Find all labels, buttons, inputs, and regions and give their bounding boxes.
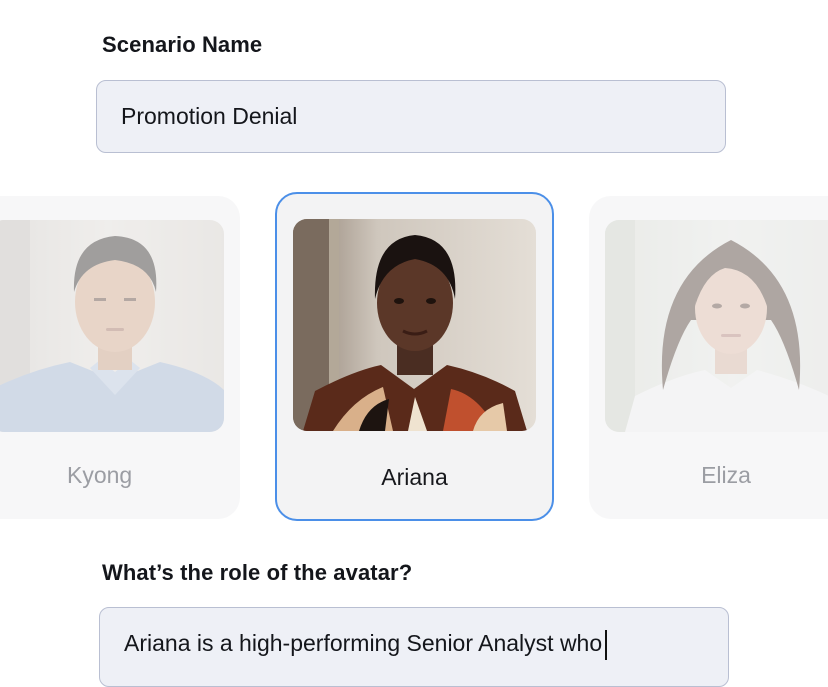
avatar-card-ariana[interactable]: Ariana — [275, 192, 554, 521]
avatar-photo-ariana — [293, 219, 536, 431]
text-caret — [605, 630, 608, 660]
scenario-name-value: Promotion Denial — [121, 103, 298, 129]
avatar-photo-kyong — [0, 220, 224, 432]
avatar-name-eliza: Eliza — [701, 462, 751, 488]
avatar-card-kyong[interactable]: Kyong — [0, 196, 240, 519]
scenario-name-input[interactable]: Promotion Denial — [96, 80, 726, 153]
scenario-name-label: Scenario Name — [102, 32, 263, 57]
avatar-card-eliza[interactable]: Eliza — [589, 196, 828, 519]
avatar-name-ariana: Ariana — [381, 464, 448, 490]
avatar-role-input[interactable]: Ariana is a high-performing Senior Analy… — [99, 607, 729, 687]
avatar-role-label: What’s the role of the avatar? — [102, 560, 413, 585]
avatar-name-kyong: Kyong — [67, 462, 133, 488]
avatar-role-value: Ariana is a high-performing Senior Analy… — [124, 630, 603, 656]
avatar-photo-eliza — [605, 220, 828, 432]
